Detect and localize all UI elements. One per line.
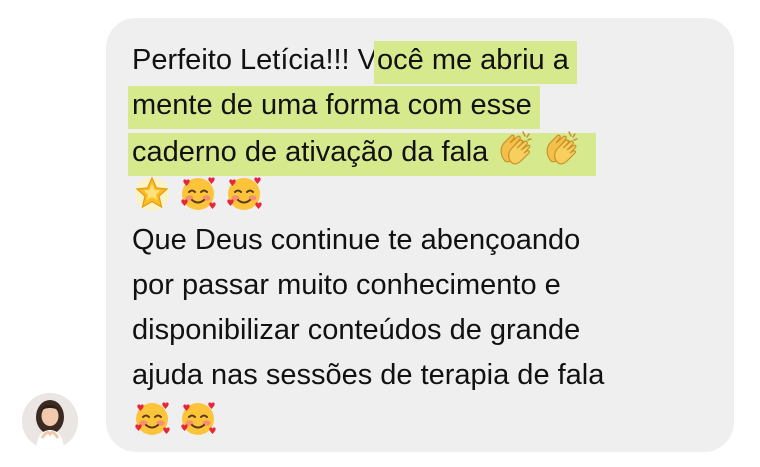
- sender-avatar[interactable]: [22, 393, 78, 449]
- smiling-face-with-hearts-icon: [132, 398, 172, 438]
- glowing-star-icon: [132, 173, 172, 213]
- highlighted-text: caderno de ativação da fala: [128, 131, 597, 176]
- message-text: Perfeito Letícia!!! Você me abriu a ment…: [128, 38, 732, 443]
- smiling-face-with-hearts-icon: [178, 398, 218, 438]
- clapping-hands-icon: [496, 128, 536, 168]
- message-line-2: mente de uma forma com esse: [128, 83, 732, 129]
- message-line-5: Que Deus continue te abençoando: [132, 224, 581, 256]
- message-line-7: disponibilizar conteúdos de grande: [132, 314, 581, 346]
- message-bubble[interactable]: Perfeito Letícia!!! Você me abriu a ment…: [106, 18, 734, 452]
- message-text-segment: Perfeito Letícia!!! V: [132, 44, 378, 76]
- message-line-4: [132, 173, 732, 218]
- avatar-photo: [22, 393, 78, 449]
- message-line-6: por passar muito conhecimento e: [132, 269, 561, 301]
- smiling-face-with-hearts-icon: [178, 173, 218, 213]
- message-text-segment: caderno de ativação da fala: [132, 136, 489, 168]
- message-line-3: caderno de ativação da fala: [128, 128, 732, 176]
- smiling-face-with-hearts-icon: [224, 173, 264, 213]
- message-line-8: ajuda nas sessões de terapia de fala: [132, 359, 605, 391]
- message-line-9: [132, 398, 732, 443]
- message-line-1: Perfeito Letícia!!! Você me abriu a: [132, 38, 732, 84]
- chat-screen: Perfeito Letícia!!! Você me abriu a ment…: [0, 0, 760, 467]
- clapping-hands-icon: [542, 128, 582, 168]
- highlighted-text: mente de uma forma com esse: [128, 86, 540, 129]
- highlighted-text: ocê me abriu a: [374, 41, 577, 84]
